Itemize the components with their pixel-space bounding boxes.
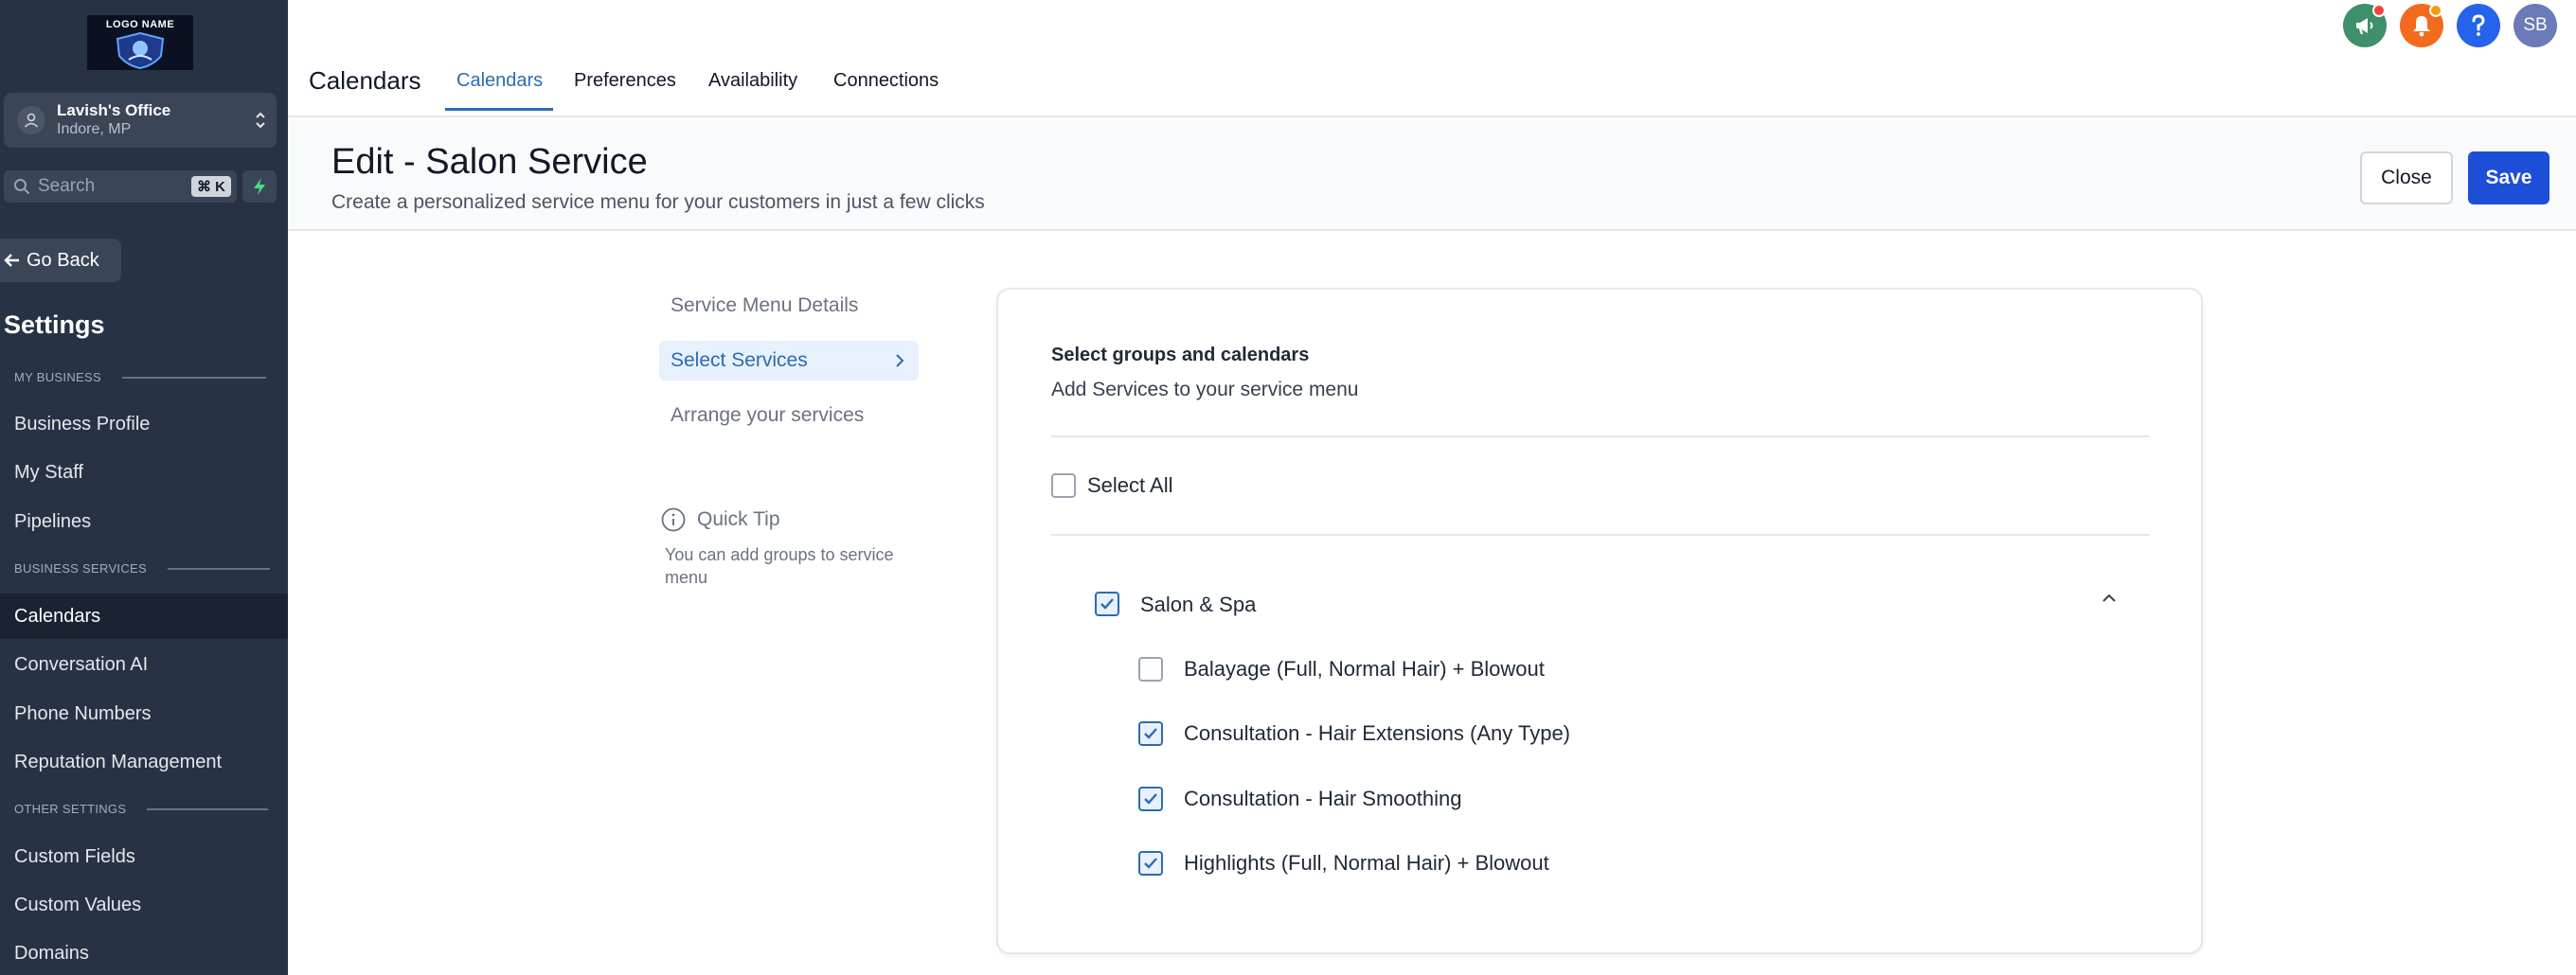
chevron-up-icon[interactable]	[2101, 593, 2118, 604]
sidebar: LOGO NAME Lavish's Office Indore, MP Sea…	[0, 0, 288, 975]
service-label-balayage: Balayage (Full, Normal Hair) + Blowout	[1184, 657, 1545, 681]
search-shortcut: ⌘ K	[191, 176, 231, 197]
sidebar-item-business-profile[interactable]: Business Profile	[0, 401, 288, 447]
search-placeholder: Search	[38, 176, 96, 196]
select-all-label: Select All	[1087, 473, 1173, 497]
checkmark-icon	[1144, 793, 1157, 805]
shield-logo-icon	[116, 31, 165, 69]
megaphone-icon	[2356, 18, 2373, 35]
divider	[1051, 534, 2150, 536]
notification-dot	[2429, 4, 2442, 17]
lightning-icon	[254, 178, 265, 195]
select-services-card: Select groups and calendars Add Services…	[996, 288, 2203, 954]
bell-icon	[2413, 16, 2430, 37]
sidebar-item-my-staff[interactable]: My Staff	[0, 450, 288, 495]
sidebar-item-domains[interactable]: Domains	[0, 931, 288, 975]
step-arrange-services[interactable]: Arrange your services	[659, 396, 919, 435]
tab-preferences[interactable]: Preferences	[574, 70, 676, 92]
notifications-button[interactable]	[2400, 4, 2443, 47]
company-logo[interactable]: LOGO NAME	[87, 15, 193, 70]
sidebar-item-calendars[interactable]: Calendars	[0, 594, 288, 639]
location-name: Lavish's Office	[57, 101, 171, 119]
page-header: Edit - Salon Service Create a personaliz…	[288, 119, 2576, 231]
step-label: Select Services	[671, 349, 808, 371]
group-checkbox-salon-spa[interactable]	[1095, 592, 1119, 616]
go-back-button[interactable]: Go Back	[0, 239, 121, 282]
divider	[1051, 435, 2150, 437]
page-title: Edit - Salon Service	[331, 142, 648, 182]
question-mark-icon	[2472, 14, 2485, 36]
announcement-button[interactable]	[2343, 4, 2387, 47]
chevron-up-down-icon	[256, 112, 265, 129]
notification-dot	[2372, 4, 2386, 17]
location-icon	[17, 106, 45, 134]
tab-calendars[interactable]: Calendars	[456, 70, 543, 92]
top-title: Calendars	[309, 66, 421, 95]
group-label-salon-spa: Salon & Spa	[1140, 593, 1257, 616]
location-address: Indore, MP	[57, 121, 132, 137]
sidebar-item-reputation-management[interactable]: Reputation Management	[0, 739, 288, 785]
settings-title: Settings	[4, 310, 105, 339]
select-all-checkbox[interactable]	[1051, 473, 1076, 498]
tab-availability[interactable]: Availability	[708, 70, 797, 92]
go-back-label: Go Back	[27, 249, 99, 271]
checkmark-icon	[1144, 728, 1157, 739]
service-checkbox-highlights[interactable]	[1138, 851, 1163, 876]
tab-connections[interactable]: Connections	[833, 70, 939, 92]
arrow-left-icon	[4, 254, 19, 267]
checkmark-icon	[1144, 858, 1157, 869]
active-tab-indicator	[445, 108, 553, 111]
close-button[interactable]: Close	[2360, 151, 2453, 204]
sidebar-item-custom-fields[interactable]: Custom Fields	[0, 834, 288, 879]
section-label-my-business: MY BUSINESS	[14, 370, 266, 384]
location-switcher[interactable]: Lavish's Office Indore, MP	[4, 93, 277, 148]
card-subtitle: Add Services to your service menu	[1051, 379, 1359, 400]
service-checkbox-balayage[interactable]	[1138, 657, 1163, 682]
checkmark-icon	[1100, 598, 1114, 610]
section-label-other-settings: OTHER SETTINGS	[14, 802, 269, 816]
logo-text: LOGO NAME	[105, 19, 175, 30]
avatar-initials: SB	[2523, 15, 2548, 35]
service-label-hair-smoothing: Consultation - Hair Smoothing	[1184, 787, 1462, 810]
service-label-hair-extensions: Consultation - Hair Extensions (Any Type…	[1184, 721, 1570, 745]
quick-tip-body: You can add groups to service menu	[665, 545, 894, 587]
chevron-right-icon	[896, 354, 904, 367]
section-label-business-services: BUSINESS SERVICES	[14, 561, 270, 576]
step-select-services[interactable]: Select Services	[659, 341, 919, 381]
info-icon	[661, 507, 686, 532]
sidebar-item-phone-numbers[interactable]: Phone Numbers	[0, 691, 288, 736]
search-icon	[14, 179, 30, 195]
save-button[interactable]: Save	[2468, 151, 2549, 204]
service-checkbox-hair-smoothing[interactable]	[1138, 787, 1163, 811]
quick-tip-title: Quick Tip	[661, 507, 780, 532]
card-title: Select groups and calendars	[1051, 345, 1310, 365]
sidebar-item-conversation-ai[interactable]: Conversation AI	[0, 642, 288, 687]
service-label-highlights: Highlights (Full, Normal Hair) + Blowout	[1184, 851, 1549, 875]
service-checkbox-hair-extensions[interactable]	[1138, 721, 1163, 746]
sidebar-item-custom-values[interactable]: Custom Values	[0, 882, 288, 928]
quick-action-button[interactable]	[242, 170, 277, 203]
top-navigation-bar: Calendars Calendars Preferences Availabi…	[288, 0, 2576, 117]
sidebar-item-pipelines[interactable]: Pipelines	[0, 499, 288, 544]
search-input[interactable]: Search ⌘ K	[4, 170, 237, 203]
help-button[interactable]	[2457, 4, 2500, 47]
page-subtitle: Create a personalized service menu for y…	[331, 191, 985, 213]
step-service-menu-details[interactable]: Service Menu Details	[659, 286, 919, 326]
user-avatar[interactable]: SB	[2513, 4, 2557, 47]
